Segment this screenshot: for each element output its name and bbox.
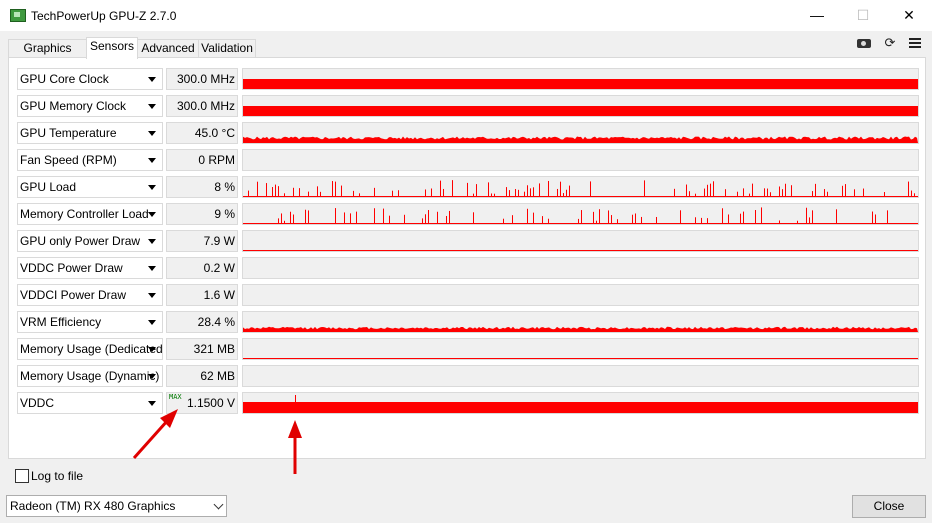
chevron-down-icon: [213, 499, 224, 510]
gpu-select-value: Radeon (TM) RX 480 Graphics: [10, 499, 176, 513]
log-to-file-label: Log to file: [31, 469, 84, 483]
gpu-select[interactable]: Radeon (TM) RX 480 Graphics: [6, 495, 227, 517]
arrow-to-max-badge: [132, 409, 178, 460]
arrow-to-graph-peak: [288, 420, 302, 474]
tab-sensors[interactable]: Sensors: [86, 37, 138, 59]
log-to-file-checkbox[interactable]: [15, 469, 29, 483]
close-button[interactable]: Close: [852, 495, 926, 518]
annotation-layer: [132, 409, 302, 474]
